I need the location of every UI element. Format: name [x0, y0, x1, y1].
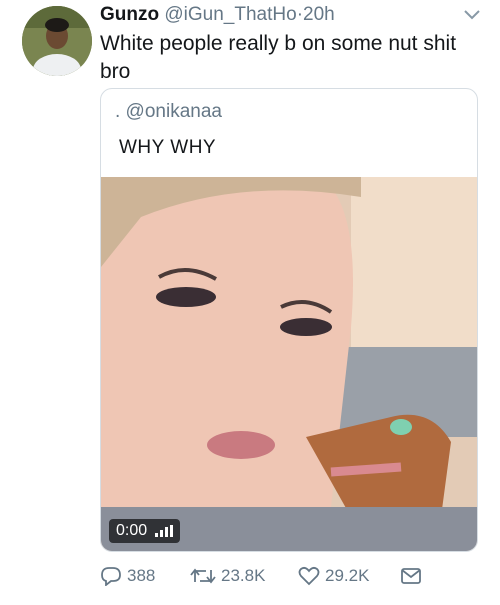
- author-name[interactable]: Gunzo: [100, 4, 159, 25]
- video-time: 0:00: [116, 522, 148, 539]
- message-button[interactable]: [400, 566, 422, 586]
- quoted-tweet[interactable]: . @onikanaa WHY WHY 0:00: [100, 88, 478, 552]
- like-button[interactable]: 29.2K: [298, 566, 369, 586]
- reply-count: 388: [127, 566, 156, 585]
- tweet-time[interactable]: 20h: [303, 4, 335, 25]
- video-player[interactable]: 0:00: [101, 177, 477, 551]
- volume-bars-icon: [155, 525, 174, 537]
- retweet-icon: [190, 568, 216, 584]
- reply-button[interactable]: 388: [100, 566, 155, 586]
- tweet-text: White people really b on some nut shit b…: [100, 32, 457, 83]
- author-handle[interactable]: @iGun_ThatHo: [164, 4, 296, 25]
- reply-icon: [101, 567, 121, 586]
- retweet-count: 23.8K: [221, 566, 266, 585]
- heart-icon: [298, 566, 320, 586]
- video-duration-badge: 0:00: [109, 519, 181, 543]
- quoted-handle[interactable]: . @onikanaa: [115, 101, 222, 123]
- avatar[interactable]: [22, 6, 92, 76]
- like-count: 29.2K: [325, 566, 370, 585]
- avatar-image: [22, 6, 92, 76]
- video-thumbnail: [101, 177, 477, 551]
- chevron-down-icon[interactable]: [462, 8, 482, 22]
- quoted-text: WHY WHY: [119, 137, 217, 158]
- retweet-button[interactable]: 23.8K: [190, 566, 265, 586]
- direct-message-icon: [401, 568, 421, 584]
